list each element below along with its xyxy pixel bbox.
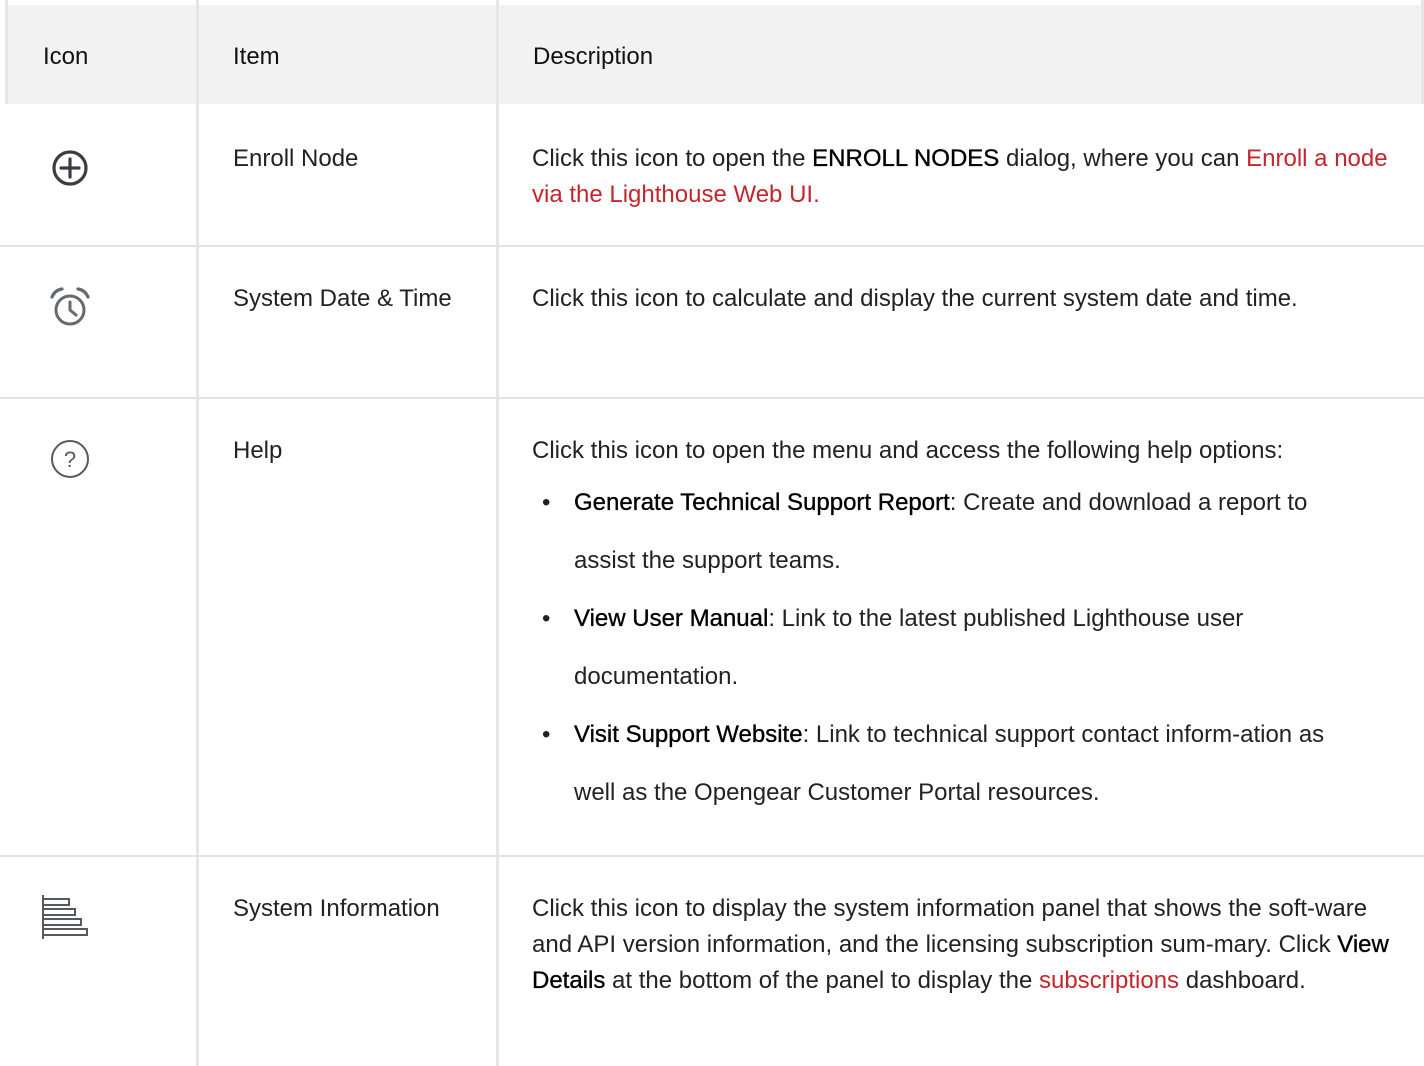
- table-header: Icon Item Description: [8, 5, 1421, 104]
- item-description: Click this icon to calculate and display…: [532, 285, 1298, 312]
- svg-text:?: ?: [64, 447, 76, 472]
- item-description: Click this icon to open the ENROLL NODES…: [532, 145, 1388, 208]
- help-options-list: Generate Technical Support Report: Creat…: [532, 474, 1402, 822]
- row-divider: [0, 855, 1424, 857]
- column-divider: [5, 0, 8, 104]
- item-description: Click this icon to display the system in…: [532, 895, 1389, 994]
- header-description: Description: [533, 43, 654, 70]
- column-divider: [196, 0, 199, 1066]
- alarm-clock-icon: [47, 285, 93, 336]
- row-divider: [0, 397, 1424, 399]
- header-icon: Icon: [43, 43, 89, 70]
- plus-circle-icon: [51, 149, 89, 192]
- item-label: System Date & Time: [233, 285, 452, 312]
- list-item: View User Manual: Link to the latest pub…: [532, 590, 1354, 706]
- item-label: Enroll Node: [233, 145, 359, 172]
- item-label: Help: [233, 437, 283, 464]
- list-item: Visit Support Website: Link to technical…: [532, 706, 1354, 822]
- item-description: Click this icon to open the menu and acc…: [532, 437, 1284, 464]
- item-label: System Information: [233, 895, 440, 922]
- column-divider: [496, 0, 499, 1066]
- system-info-icon: [41, 893, 89, 946]
- row-divider: [0, 245, 1424, 247]
- help-circle-icon: ?: [49, 438, 91, 485]
- list-item: Generate Technical Support Report: Creat…: [532, 474, 1344, 590]
- header-item: Item: [233, 43, 280, 70]
- subscriptions-link[interactable]: subscriptions: [1039, 967, 1179, 994]
